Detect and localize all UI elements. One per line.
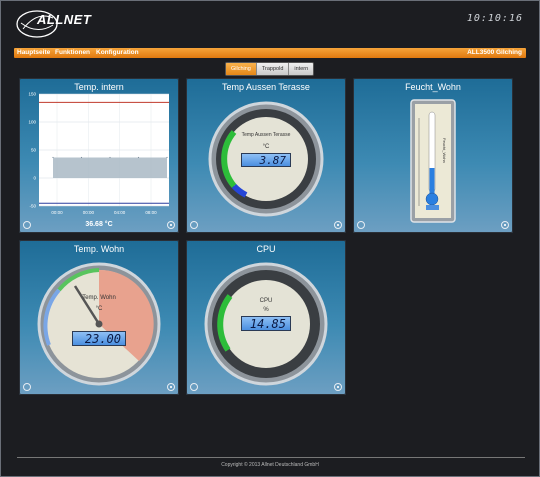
tab-trappold[interactable]: Trappold bbox=[256, 63, 290, 75]
data-point bbox=[80, 156, 83, 159]
info-icon[interactable] bbox=[23, 383, 31, 391]
temp-intern-chart: 150 100 50 0 -50 00:00 00:00 04:00 08:00 bbox=[28, 92, 169, 215]
panel-temp-intern: Temp. intern 150 100 50 0 -50 00:00 00:00 04:00… bbox=[19, 78, 179, 233]
settings-icon[interactable] bbox=[501, 221, 509, 229]
x-tick-label: 08:00 bbox=[145, 210, 157, 215]
settings-icon[interactable] bbox=[334, 383, 342, 391]
data-point bbox=[137, 156, 140, 159]
panel-cpu: CPU CPU % 14.85 bbox=[186, 240, 346, 395]
settings-icon[interactable] bbox=[167, 221, 175, 229]
footer-divider bbox=[17, 457, 525, 458]
y-tick-label: 50 bbox=[31, 148, 37, 153]
gauge-label: CPU bbox=[260, 298, 273, 304]
info-icon[interactable] bbox=[23, 221, 31, 229]
data-point bbox=[52, 156, 54, 159]
app-frame: ALLNET 10:10:16 Hauptseite Funktionen Ko… bbox=[0, 0, 540, 477]
location-tabs: Gilching Trappold intern bbox=[225, 62, 315, 76]
y-tick-label: 100 bbox=[28, 120, 36, 125]
main-navbar: Hauptseite Funktionen Konfiguration ALL3… bbox=[14, 48, 526, 58]
data-point bbox=[166, 156, 168, 159]
nav-hauptseite[interactable]: Hauptseite bbox=[17, 48, 50, 58]
copyright: Copyright © 2013 Allnet Deutschland GmbH bbox=[221, 462, 319, 468]
data-point bbox=[109, 156, 111, 159]
gauge-unit: °C bbox=[263, 144, 270, 150]
device-name: ALL3500 Gilching bbox=[467, 49, 522, 56]
gauge-label: Feucht_Wohn bbox=[442, 138, 447, 163]
temp-wohn-gauge: Temp. Wohn °C bbox=[37, 262, 161, 386]
gauge-label: Temp. Wohn bbox=[82, 295, 116, 301]
gauge-label: Temp Aussen Terasse bbox=[242, 132, 291, 138]
panel-temp-wohn: Temp. Wohn Temp. Wohn °C 23.00 bbox=[19, 240, 179, 395]
tab-intern[interactable]: intern bbox=[289, 63, 314, 75]
y-tick-label: 0 bbox=[33, 176, 36, 181]
humidity-thermometer: Feucht_Wohn bbox=[410, 99, 456, 223]
panel-temp-aussen: Temp Aussen Terasse Temp Aussen Terasse … bbox=[186, 78, 346, 233]
x-tick-label: 04:00 bbox=[114, 210, 126, 215]
series-area bbox=[53, 157, 167, 178]
x-tick-label: 00:00 bbox=[83, 210, 95, 215]
y-tick-label: -50 bbox=[29, 204, 36, 209]
panel-feucht-wohn: Feucht_Wohn Feucht_Wohn bbox=[353, 78, 513, 233]
gauge-unit: % bbox=[263, 307, 269, 313]
nav-funktionen[interactable]: Funktionen bbox=[55, 48, 90, 58]
info-icon[interactable] bbox=[190, 221, 198, 229]
x-tick-label: 00:00 bbox=[51, 210, 63, 215]
tab-gilching[interactable]: Gilching bbox=[226, 63, 257, 75]
settings-icon[interactable] bbox=[334, 221, 342, 229]
gauge-readout: 14.85 bbox=[241, 316, 291, 331]
gauge-readout: 3.87 bbox=[241, 153, 291, 167]
logo-text: ALLNET bbox=[37, 12, 92, 27]
nav-konfiguration[interactable]: Konfiguration bbox=[96, 48, 139, 58]
gauge-readout: 23.00 bbox=[72, 331, 126, 346]
info-icon[interactable] bbox=[190, 383, 198, 391]
gauge-unit: °C bbox=[96, 306, 103, 312]
current-value: 36.68 °C bbox=[85, 221, 113, 228]
settings-icon[interactable] bbox=[167, 383, 175, 391]
info-icon[interactable] bbox=[357, 221, 365, 229]
clock: 10:10:16 bbox=[466, 13, 523, 24]
y-tick-label: 150 bbox=[28, 92, 36, 97]
